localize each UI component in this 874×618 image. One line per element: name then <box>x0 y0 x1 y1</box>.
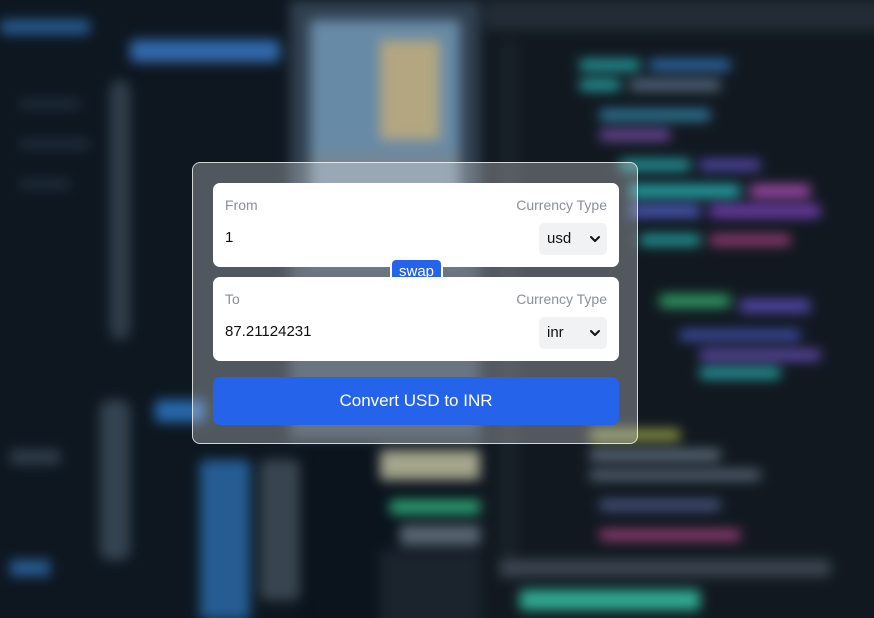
convert-button[interactable]: Convert USD to INR <box>213 377 619 425</box>
chevron-down-icon <box>590 330 600 336</box>
from-label: From <box>225 197 258 213</box>
to-currency-value: inr <box>547 324 564 341</box>
to-panel: To Currency Type inr <box>213 277 619 361</box>
from-panel: From Currency Type usd <box>213 183 619 267</box>
chevron-down-icon <box>590 236 600 242</box>
currency-converter-card: From Currency Type usd swap To Currency … <box>192 162 638 444</box>
from-currency-value: usd <box>547 230 572 247</box>
to-label: To <box>225 291 240 307</box>
to-amount-input[interactable] <box>225 323 475 340</box>
from-currency-type-label: Currency Type <box>516 197 607 213</box>
from-currency-select[interactable]: usd <box>539 223 607 255</box>
to-currency-select[interactable]: inr <box>539 317 607 349</box>
from-amount-input[interactable] <box>225 229 475 246</box>
to-currency-type-label: Currency Type <box>516 291 607 307</box>
